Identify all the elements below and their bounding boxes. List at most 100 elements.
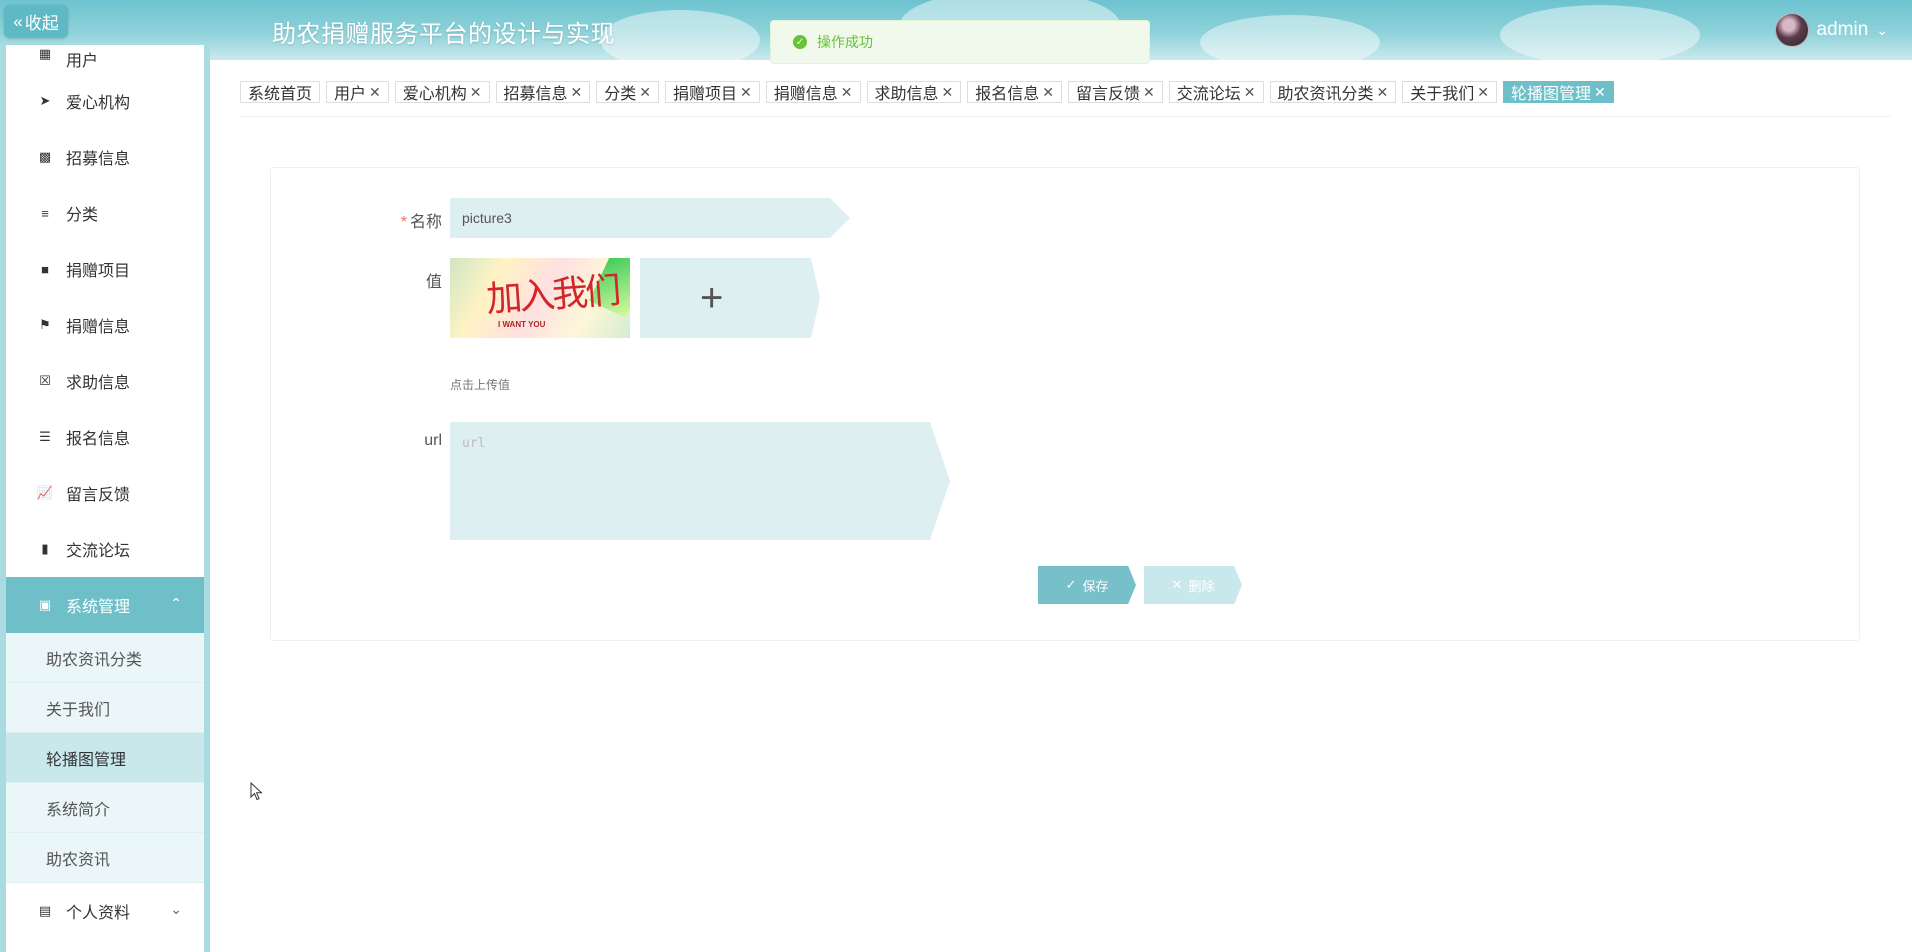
send-icon: ➤ — [39, 93, 51, 108]
clipboard-icon: ▣ — [38, 597, 52, 612]
sidebar-item-signup[interactable]: ☰ 报名信息 — [6, 409, 204, 465]
sidebar-item-charity-org[interactable]: ➤ 爱心机构 — [6, 73, 204, 129]
sidebar-item-label: 爱心机构 — [66, 95, 131, 112]
tab-0[interactable]: 系统首页 — [240, 81, 321, 103]
name-input[interactable]: picture3 — [450, 198, 850, 238]
close-icon[interactable]: ✕ — [470, 84, 482, 101]
save-button[interactable]: ✓ 保存 — [1038, 566, 1136, 604]
mouse-cursor-icon — [250, 782, 263, 801]
close-icon[interactable]: ✕ — [639, 84, 651, 101]
sidebar-item-category[interactable]: ≡ 分类 — [6, 185, 204, 241]
chart-line-icon: 📈 — [36, 485, 54, 500]
value-label: 值 — [425, 274, 442, 291]
tab-9[interactable]: 留言反馈 ✕ — [1068, 81, 1163, 103]
tab-label: 捐赠项目 — [673, 86, 738, 103]
sidebar-item-label: 留言反馈 — [66, 487, 131, 504]
tab-5[interactable]: 捐赠项目 ✕ — [665, 81, 760, 103]
uploaded-image[interactable]: 加入我们 I WANT YOU — [450, 258, 630, 338]
tab-bar: 系统首页 用户 ✕ 爱心机构 ✕ 招募信息 ✕ 分类 ✕ 捐赠项目 ✕ 捐赠信息 ✕ 求助信息 ✕ 报名信息 ✕… — [240, 81, 1890, 105]
tab-label: 捐赠信息 — [773, 86, 838, 103]
upload-button[interactable]: + — [640, 258, 820, 338]
double-chevron-left-icon: « — [13, 11, 23, 31]
sidebar-menu: ▦ 用户 ➤ 爱心机构 ▩ 招募信息 ≡ 分类 ■ 捐赠项目 ⚑ 捐赠信息 ☒ … — [6, 45, 204, 952]
close-icon: ✕ — [1171, 577, 1183, 592]
submenu-item-system-intro[interactable]: 系统简介 — [6, 783, 204, 833]
sidebar-item-donation-info[interactable]: ⚑ 捐赠信息 — [6, 297, 204, 353]
user-name: admin — [1816, 19, 1869, 40]
sidebar-item-system[interactable]: ▣ 系统管理 ⌃ — [6, 577, 204, 633]
close-icon[interactable]: ✕ — [1377, 84, 1389, 101]
url-label: url — [424, 432, 442, 449]
tab-4[interactable]: 分类 ✕ — [596, 81, 660, 103]
card-icon: ▤ — [38, 903, 52, 918]
name-input-value: picture3 — [462, 210, 512, 226]
submenu-item-about-us[interactable]: 关于我们 — [6, 683, 204, 733]
sidebar-item-donation-project[interactable]: ■ 捐赠项目 — [6, 241, 204, 297]
close-icon[interactable]: ✕ — [1143, 84, 1155, 101]
tab-label: 用户 — [334, 86, 367, 103]
sidebar-item-users[interactable]: ▦ 用户 — [6, 45, 204, 73]
sidebar-item-label: 捐赠项目 — [66, 263, 131, 280]
sliders-icon: ≡ — [41, 205, 49, 221]
upload-hint: 点击上传值 — [450, 378, 511, 392]
sidebar-item-help-request[interactable]: ☒ 求助信息 — [6, 353, 204, 409]
tab-divider — [240, 116, 1890, 117]
tab-11[interactable]: 助农资讯分类 ✕ — [1269, 81, 1397, 103]
sidebar-item-label: 招募信息 — [66, 151, 131, 168]
delete-button[interactable]: ✕ 删除 — [1144, 566, 1242, 604]
check-circle-icon: ✓ — [793, 35, 807, 49]
close-icon[interactable]: ✕ — [1042, 84, 1054, 101]
sidebar-item-label: 报名信息 — [66, 431, 131, 448]
tab-7[interactable]: 求助信息 ✕ — [866, 81, 962, 103]
submenu-item-news-category[interactable]: 助农资讯分类 — [6, 633, 204, 683]
close-icon[interactable]: ✕ — [1477, 84, 1489, 101]
tab-1[interactable]: 用户 ✕ — [326, 81, 389, 103]
tab-10[interactable]: 交流论坛 ✕ — [1168, 81, 1264, 103]
tab-label: 招募信息 — [503, 86, 568, 103]
sidebar-item-label: 分类 — [66, 207, 99, 224]
sidebar-item-forum[interactable]: ▮ 交流论坛 — [6, 521, 204, 577]
sidebar-item-label: 交流论坛 — [66, 543, 131, 560]
tab-label: 关于我们 — [1410, 86, 1475, 103]
tab-13[interactable]: 轮播图管理 ✕ — [1503, 81, 1614, 103]
name-label: * 名称 — [400, 214, 442, 231]
tab-label: 求助信息 — [874, 86, 939, 103]
close-icon[interactable]: ✕ — [841, 84, 853, 101]
brush-icon: ■ — [41, 261, 49, 277]
grid-icon: ▦ — [38, 46, 52, 61]
tab-label: 爱心机构 — [402, 86, 467, 103]
close-icon[interactable]: ✕ — [1244, 84, 1256, 101]
toast-message: 操作成功 — [817, 34, 873, 50]
tab-label: 轮播图管理 — [1511, 86, 1592, 103]
bar-chart-icon: ▮ — [41, 541, 49, 556]
close-icon[interactable]: ✕ — [740, 84, 752, 101]
tab-6[interactable]: 捐赠信息 ✕ — [765, 81, 861, 103]
close-icon[interactable]: ✕ — [942, 84, 954, 101]
tab-label: 助农资讯分类 — [1277, 86, 1374, 103]
submenu-item-carousel[interactable]: 轮播图管理 — [6, 733, 204, 783]
submenu-item-news[interactable]: 助农资讯 — [6, 833, 204, 883]
url-textarea[interactable]: url — [450, 422, 950, 540]
user-menu[interactable]: admin ⌄ — [1774, 13, 1888, 47]
tab-3[interactable]: 招募信息 ✕ — [495, 81, 591, 103]
collapse-label: 收起 — [24, 14, 59, 33]
app-frame: 助农捐赠服务平台的设计与实现 admin ⌄ ▦ 用户 ➤ 爱心机构 ▩ 招募信… — [0, 0, 1912, 952]
close-icon[interactable]: ✕ — [369, 84, 381, 101]
sidebar-item-label: 用户 — [66, 53, 99, 70]
tab-8[interactable]: 报名信息 ✕ — [967, 81, 1063, 103]
tab-12[interactable]: 关于我们 ✕ — [1402, 81, 1498, 103]
tab-2[interactable]: 爱心机构 ✕ — [394, 81, 490, 103]
url-placeholder: url — [462, 436, 486, 451]
sidebar-item-recruitment[interactable]: ▩ 招募信息 — [6, 129, 204, 185]
collapse-button[interactable]: « 收起 — [4, 5, 68, 38]
tab-label: 分类 — [604, 86, 637, 103]
avatar — [1774, 13, 1809, 47]
close-icon[interactable]: ✕ — [571, 84, 583, 101]
sidebar-item-profile[interactable]: ▤ 个人资料 ⌄ — [6, 883, 204, 939]
tab-label: 系统首页 — [248, 86, 313, 103]
sidebar-item-label: 个人资料 — [66, 905, 131, 922]
printer-icon: ▩ — [38, 149, 52, 164]
close-icon[interactable]: ✕ — [1594, 84, 1606, 101]
clipboard-x-icon: ☒ — [39, 373, 51, 388]
sidebar-item-feedback[interactable]: 📈 留言反馈 — [6, 465, 204, 521]
